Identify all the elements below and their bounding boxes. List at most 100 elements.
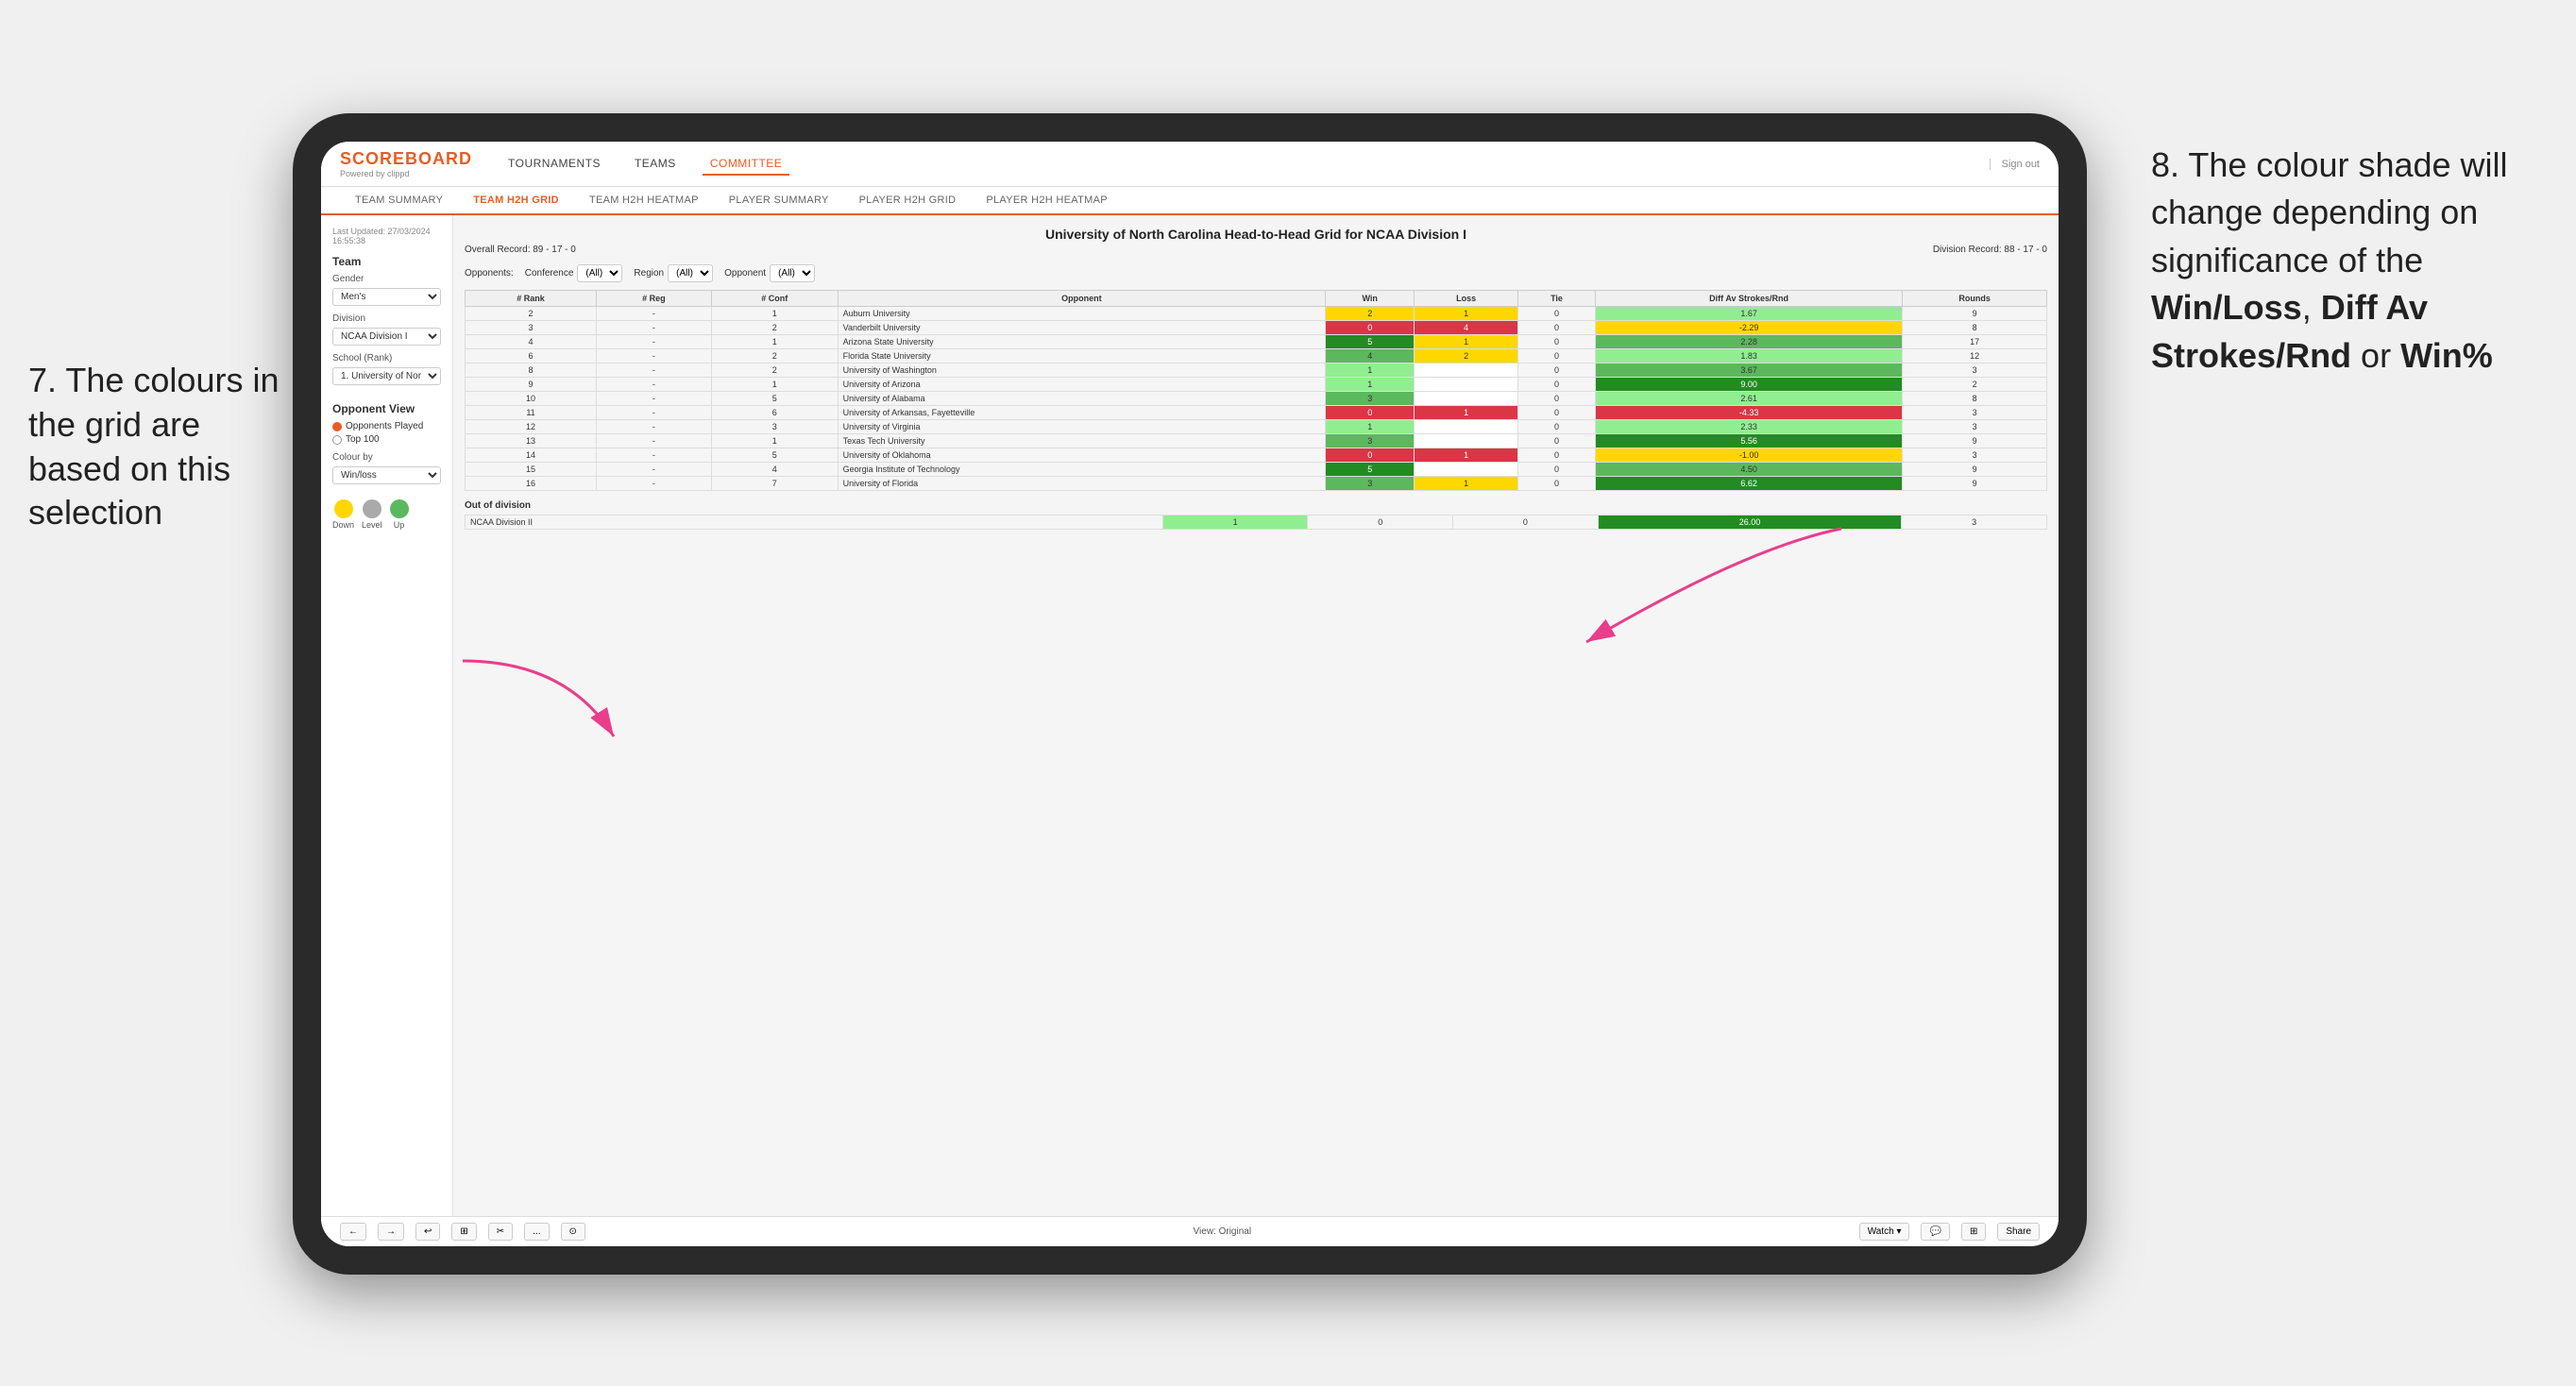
cell-rounds: 17 [1903,335,2047,349]
table-row: 8 - 2 University of Washington 1 0 0 3.6… [466,363,2047,378]
filter-group-region: Region (All) [634,264,713,282]
cell-win: 4 [1326,349,1415,363]
cell-rank: 10 [466,392,597,406]
overall-record: Overall Record: 89 - 17 - 0 [465,245,576,255]
opponent-select[interactable]: (All) [770,264,815,282]
radio-group: Opponents Played Top 100 [332,421,441,445]
cell-reg: - [597,335,712,349]
annotation-left: 7. The colours in the grid are based on … [28,359,293,535]
col-win: Win [1326,291,1415,307]
cell-tie: 0 [1518,335,1596,349]
cell-diff: 1.67 [1595,307,1902,321]
nav-tournaments[interactable]: TOURNAMENTS [500,153,608,176]
cell-tie: 0 [1518,349,1596,363]
tab-team-h2h-heatmap[interactable]: TEAM H2H HEATMAP [574,187,714,213]
table-row: 4 - 1 Arizona State University 5 1 0 2.2… [466,335,2047,349]
filter-row: Opponents: Conference (All) Region (All) [465,264,2047,282]
cell-opponent: Vanderbilt University [838,321,1326,335]
tab-player-summary[interactable]: PLAYER SUMMARY [714,187,844,213]
cell-reg: - [597,434,712,448]
ood-diff: 26.00 [1598,516,1902,530]
cell-opponent: University of Oklahoma [838,448,1326,463]
radio-opponents-played[interactable]: Opponents Played [332,421,441,431]
ood-table-row: NCAA Division II 1 0 0 26.00 3 [466,516,2047,530]
cell-rounds: 9 [1903,463,2047,477]
division-record: Division Record: 88 - 17 - 0 [1933,245,2047,255]
cell-loss: 0 [1415,392,1518,406]
conference-select[interactable]: (All) [577,264,622,282]
region-select[interactable]: (All) [668,264,713,282]
ood-win: 1 [1162,516,1308,530]
colour-by-select[interactable]: Win/loss [332,466,441,484]
watch-btn[interactable]: Watch ▾ [1859,1223,1910,1241]
cell-diff: 2.28 [1595,335,1902,349]
cell-conf: 5 [711,448,838,463]
share-btn[interactable]: Share [1997,1223,2040,1241]
undo-btn[interactable]: ← [340,1223,366,1241]
table-row: 2 - 1 Auburn University 2 1 0 1.67 9 [466,307,2047,321]
cell-rank: 14 [466,448,597,463]
cell-win: 3 [1326,477,1415,491]
cell-rank: 9 [466,378,597,392]
reset-btn[interactable]: ↩ [415,1223,440,1241]
cell-diff: 2.33 [1595,420,1902,434]
timestamp: Last Updated: 27/03/2024 16:55:38 [332,227,441,245]
cell-diff: 2.61 [1595,392,1902,406]
cell-tie: 0 [1518,463,1596,477]
grid-btn[interactable]: ⊞ [451,1223,476,1241]
cell-tie: 0 [1518,307,1596,321]
cell-tie: 0 [1518,363,1596,378]
gender-select[interactable]: Men's [332,288,441,306]
annotation-right-text: 8. The colour shade will change dependin… [2151,145,2508,375]
clock-btn[interactable]: ⊙ [561,1223,585,1241]
grid-records: Overall Record: 89 - 17 - 0 Division Rec… [465,245,2047,255]
filter-group-conference: Conference (All) [525,264,623,282]
nav-links: TOURNAMENTS TEAMS COMMITTEE [500,153,1961,176]
more-btn[interactable]: ... [524,1223,549,1241]
table-row: 3 - 2 Vanderbilt University 0 4 0 -2.29 … [466,321,2047,335]
cell-rounds: 8 [1903,321,2047,335]
data-table: # Rank # Reg # Conf Opponent Win Loss Ti… [465,290,2047,491]
cell-conf: 1 [711,307,838,321]
sign-out[interactable]: Sign out [1990,159,2040,170]
radio-top100[interactable]: Top 100 [332,434,441,445]
division-select[interactable]: NCAA Division I [332,328,441,346]
cell-conf: 2 [711,363,838,378]
cell-diff: 4.50 [1595,463,1902,477]
nav-teams[interactable]: TEAMS [627,153,684,176]
tab-team-summary[interactable]: TEAM SUMMARY [340,187,458,213]
cell-tie: 0 [1518,477,1596,491]
division-label: Division [332,313,441,324]
tab-player-h2h-heatmap[interactable]: PLAYER H2H HEATMAP [971,187,1122,213]
nav-committee[interactable]: COMMITTEE [703,153,790,176]
gender-label: Gender [332,274,441,284]
cell-reg: - [597,349,712,363]
cell-loss: 1 [1415,448,1518,463]
cell-diff: -2.29 [1595,321,1902,335]
table-row: 15 - 4 Georgia Institute of Technology 5… [466,463,2047,477]
col-rank: # Rank [466,291,597,307]
school-select[interactable]: 1. University of Nort... [332,367,441,385]
redo-btn[interactable]: → [378,1223,404,1241]
opponent-label: Opponent [724,268,766,279]
cut-btn[interactable]: ✂ [488,1223,513,1241]
tab-player-h2h-grid[interactable]: PLAYER H2H GRID [844,187,972,213]
comment-btn[interactable]: 💬 [1921,1223,1949,1241]
cell-rank: 6 [466,349,597,363]
cell-conf: 6 [711,406,838,420]
logo-text: SCOREBOARD [340,149,472,169]
ood-division: NCAA Division II [466,516,1163,530]
colour-by-label: Colour by [332,452,441,463]
grid2-btn[interactable]: ⊞ [1961,1223,1986,1241]
cell-conf: 7 [711,477,838,491]
logo-sub: Powered by clippd [340,169,472,178]
cell-tie: 0 [1518,448,1596,463]
tab-team-h2h-grid[interactable]: TEAM H2H GRID [458,187,574,215]
colour-legend: Down Level Up [332,499,441,530]
cell-loss: 0 [1415,434,1518,448]
cell-rank: 3 [466,321,597,335]
cell-loss: 0 [1415,378,1518,392]
out-of-division-table: NCAA Division II 1 0 0 26.00 3 [465,515,2047,530]
cell-win: 0 [1326,406,1415,420]
cell-conf: 4 [711,463,838,477]
